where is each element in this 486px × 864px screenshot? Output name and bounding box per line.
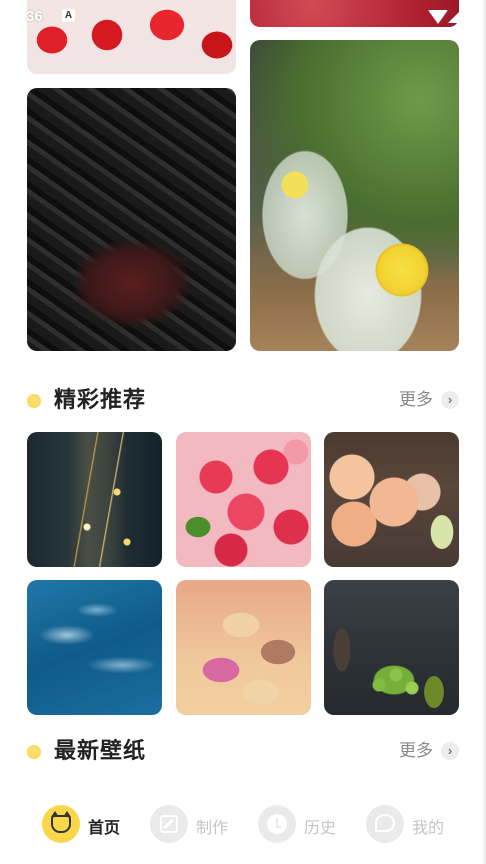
chevron-right-icon[interactable]: ›: [441, 391, 459, 409]
section-title-featured: 精彩推荐: [54, 387, 147, 412]
wallpaper-tile-red-texture[interactable]: [250, 0, 459, 27]
nav-label-home: 首页: [88, 820, 121, 837]
wallpaper-tile-macarons[interactable]: [176, 580, 311, 715]
edit-icon: [150, 805, 188, 843]
wallpaper-tile-ocean[interactable]: [27, 580, 162, 715]
more-link-latest[interactable]: 更多: [399, 736, 433, 766]
nav-label-history: 历史: [304, 820, 337, 837]
section-dot-icon: [27, 745, 41, 759]
wallpaper-tile-peaches[interactable]: [324, 432, 459, 567]
nav-label-mine: 我的: [412, 820, 445, 837]
section-dot-icon: [27, 394, 41, 408]
wallpaper-tile-lemon-drinks[interactable]: [250, 40, 459, 351]
chat-icon: [366, 805, 404, 843]
wallpaper-tile-raspberries[interactable]: [176, 432, 311, 567]
wallpaper-tile-night-traffic[interactable]: [27, 432, 162, 567]
section-title-latest: 最新壁纸: [54, 738, 147, 763]
wallpaper-tile-grapes[interactable]: [324, 580, 459, 715]
screen-edge: [482, 0, 486, 864]
section-header-featured: 精彩推荐 更多 ›: [27, 385, 459, 415]
bottom-nav: 首页 制作 历史 我的: [0, 800, 486, 850]
more-link-featured[interactable]: 更多: [399, 385, 433, 415]
chevron-right-icon[interactable]: ›: [441, 742, 459, 760]
nav-label-create: 制作: [196, 820, 229, 837]
wallpaper-tile-strawberry[interactable]: [27, 0, 236, 74]
section-header-latest: 最新壁纸 更多 ›: [27, 736, 459, 766]
wallpaper-tile-dark-cubes[interactable]: [27, 88, 236, 351]
clock-icon: [258, 805, 296, 843]
cat-icon: [42, 805, 80, 843]
